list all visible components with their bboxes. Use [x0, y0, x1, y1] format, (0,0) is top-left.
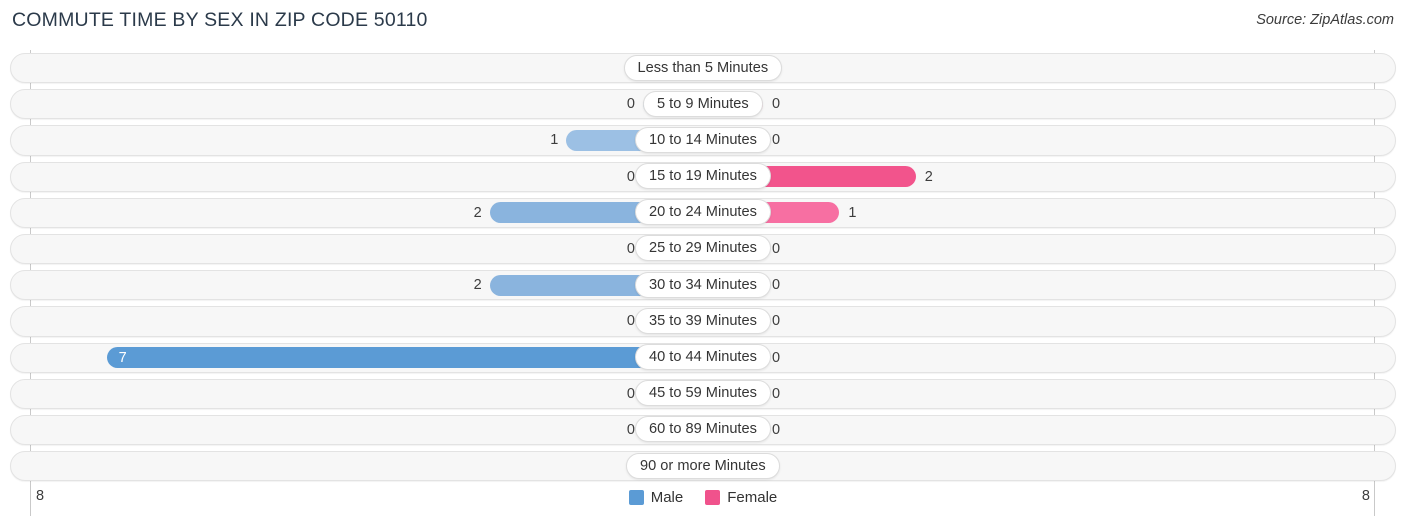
bar-male: [106, 347, 703, 368]
bar-row: 0 0 5 to 9 Minutes: [0, 86, 1406, 122]
bar-row: 0 0 45 to 59 Minutes: [0, 376, 1406, 412]
bar-row: 7 0 40 to 44 Minutes: [0, 340, 1406, 376]
legend-swatch-icon: [628, 490, 644, 505]
chart-legend: Male Female: [0, 489, 1406, 506]
bar-value-male: 1: [550, 132, 559, 149]
legend-swatch-icon: [705, 490, 721, 505]
category-label: 60 to 89 Minutes: [635, 416, 771, 443]
category-label: Less than 5 Minutes: [623, 54, 783, 81]
source-attribution: Source: ZipAtlas.com: [1256, 12, 1394, 28]
category-label: 5 to 9 Minutes: [643, 90, 763, 117]
bar-value-male: 0: [626, 385, 635, 402]
category-label: 10 to 14 Minutes: [635, 126, 771, 153]
bar-row: 0 0 25 to 29 Minutes: [0, 231, 1406, 267]
bar-value-male: 7: [118, 349, 127, 366]
chart-root: COMMUTE TIME BY SEX IN ZIP CODE 50110 So…: [0, 0, 1406, 522]
category-label: 90 or more Minutes: [626, 452, 780, 479]
legend-item-female[interactable]: Female: [705, 489, 777, 506]
bar-row: 2 1 20 to 24 Minutes: [0, 195, 1406, 231]
bar-value-female: 0: [772, 96, 781, 113]
category-label: 25 to 29 Minutes: [635, 235, 771, 262]
category-label: 40 to 44 Minutes: [635, 344, 771, 370]
bar-value-female: 0: [772, 385, 781, 402]
category-label: 35 to 39 Minutes: [635, 307, 771, 334]
bar-row: 1 0 10 to 14 Minutes: [0, 122, 1406, 158]
category-label: 30 to 34 Minutes: [635, 271, 771, 298]
bar-value-male: 0: [626, 96, 635, 113]
bar-row: 0 0 35 to 39 Minutes: [0, 303, 1406, 339]
bar-row: 0 2 15 to 19 Minutes: [0, 159, 1406, 195]
category-label: 45 to 59 Minutes: [635, 380, 771, 407]
bar-row: 2 0 30 to 34 Minutes: [0, 267, 1406, 303]
legend-item-male[interactable]: Male: [628, 489, 684, 506]
bar-row: 00Less than 5 Minutes: [0, 50, 1406, 86]
bar-value-female: 0: [772, 240, 781, 257]
bar-value-female: 0: [772, 349, 781, 366]
chart-footer: 8 8 Male Female: [0, 484, 1406, 522]
bar-value-male: 2: [473, 277, 482, 294]
bar-value-male: 2: [473, 204, 482, 221]
bar-value-female: 0: [772, 313, 781, 330]
bar-row: 0 0 60 to 89 Minutes: [0, 412, 1406, 448]
bar-value-female: 0: [772, 421, 781, 438]
legend-label: Male: [650, 489, 684, 506]
legend-label: Female: [727, 489, 778, 506]
plot-area: 00Less than 5 Minutes005 to 9 Minutes101…: [0, 50, 1406, 516]
category-label: 15 to 19 Minutes: [635, 163, 771, 190]
bar-value-female: 2: [924, 168, 933, 185]
bar-row: 0090 or more Minutes: [0, 448, 1406, 484]
bar-row-list: 00Less than 5 Minutes005 to 9 Minutes101…: [0, 50, 1406, 484]
page-title: COMMUTE TIME BY SEX IN ZIP CODE 50110: [12, 9, 428, 31]
bar-value-female: 1: [848, 204, 857, 221]
bar-value-male: 0: [626, 168, 635, 185]
bar-value-male: 0: [626, 313, 635, 330]
bar-value-male: 0: [626, 240, 635, 257]
bar-value-female: 0: [772, 132, 781, 149]
category-label: 20 to 24 Minutes: [635, 199, 771, 226]
bar-value-male: 0: [626, 421, 635, 438]
bar-value-female: 0: [772, 277, 781, 294]
